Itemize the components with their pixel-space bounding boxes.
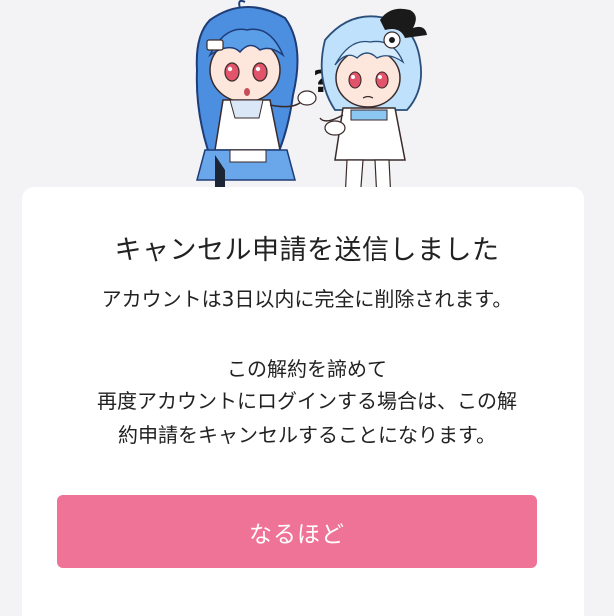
- ok-button-label: なるほど: [249, 521, 345, 548]
- mascot-illustration: ?: [175, 0, 445, 200]
- dialog-message-line: アカウントは3日以内に完全に削除されます。: [101, 287, 513, 311]
- dialog-message-line: 約申請をキャンセルすることになります。: [118, 423, 496, 447]
- ok-button[interactable]: なるほど: [57, 495, 537, 568]
- dialog-message-line: 再度アカウントにログインする場合は、この解: [97, 389, 517, 413]
- dialog-title: キャンセル申請を送信しました: [114, 235, 500, 266]
- mascot-characters-image: ?: [195, 0, 427, 200]
- dialog-message-line: この解約を諦めて: [227, 357, 387, 381]
- right-mascot: [319, 8, 427, 200]
- left-mascot: [195, 0, 317, 200]
- screen: ? キャンセル申請を送信しました アカウントは3日以内に完全に削除されます。 こ…: [0, 0, 614, 616]
